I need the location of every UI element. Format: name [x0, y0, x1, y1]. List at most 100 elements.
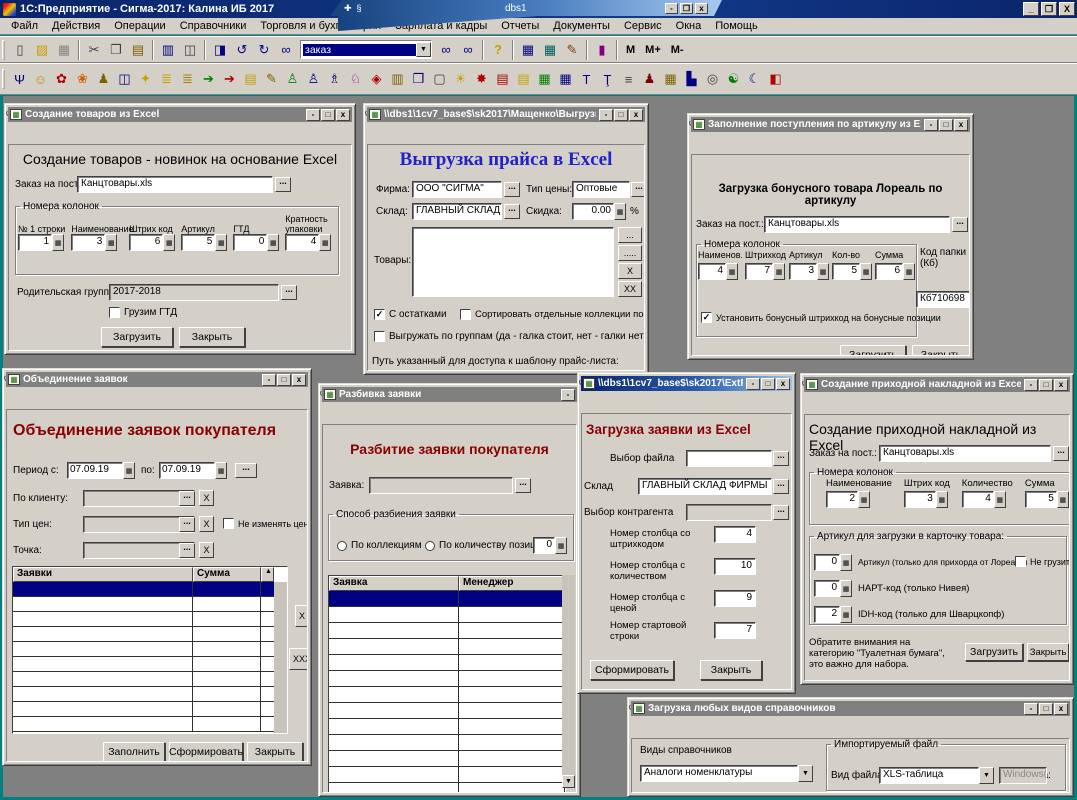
w5-request-input[interactable] [369, 477, 513, 494]
column-value-input[interactable]: 3 [789, 263, 817, 280]
toolbar-grip[interactable] [2, 69, 5, 89]
w4-titlebar[interactable]: ▦ Объединение заявок - □ x [6, 372, 308, 387]
checkbox-icon[interactable]: ✓ [374, 309, 385, 320]
w7-art1-input[interactable]: 0 [814, 554, 840, 571]
checkbox-icon[interactable] [374, 331, 385, 342]
table-row[interactable] [329, 591, 565, 607]
tool-icon[interactable]: ☺ [30, 68, 51, 90]
w2-warehouse-input[interactable]: ГЛАВНЫЙ СКЛАД ФИРМ [412, 203, 502, 220]
w2-price-type-input[interactable]: Оптовые [572, 181, 630, 198]
w8-kinds-select[interactable]: Аналоги номенклатуры [640, 765, 798, 782]
w3-titlebar[interactable]: ▦ Заполнение поступления по артикулу из … [691, 117, 970, 132]
chevron-down-icon[interactable]: ▼ [798, 765, 813, 782]
menu-item[interactable]: Окна [669, 19, 709, 33]
tool-icon[interactable]: ❀ [72, 68, 93, 90]
table-row[interactable] [13, 582, 287, 597]
tool-icon[interactable]: ≡ [618, 68, 639, 90]
w5-radio-positions[interactable]: По количеству позиций [425, 540, 547, 551]
w4-point-clear-button[interactable]: X [199, 542, 214, 558]
w1-titlebar[interactable]: ▦ Создание товаров из Excel - □ x [8, 107, 352, 122]
column-value-input[interactable]: 6 [129, 234, 163, 251]
calculator-icon[interactable]: ▦ [517, 39, 539, 61]
minimize-button[interactable]: _ [1023, 2, 1039, 16]
table-row[interactable] [329, 767, 565, 783]
table-row[interactable] [13, 687, 287, 702]
dbs1-minimize-button[interactable]: - [665, 3, 678, 14]
menu-item[interactable]: Помощь [708, 19, 765, 33]
paste-icon[interactable]: ▤ [127, 39, 149, 61]
table-row[interactable] [329, 719, 565, 735]
w4-table-scrollbar[interactable] [274, 582, 287, 733]
table-row[interactable] [329, 655, 565, 671]
scroll-down-icon[interactable]: ▼ [562, 775, 575, 788]
tool-icon[interactable]: ◫ [114, 68, 135, 90]
table-row[interactable] [13, 657, 287, 672]
w6-warehouse-input[interactable]: ГЛАВНЫЙ СКЛАД ФИРМЫ Новосиби [638, 478, 772, 495]
tool-icon[interactable]: ✸ [471, 68, 492, 90]
tool-icon[interactable]: ▦ [534, 68, 555, 90]
table-row[interactable] [329, 783, 565, 793]
w3-folder-input[interactable]: Кб710698 [916, 291, 970, 308]
goods-list-button[interactable]: ..... [618, 245, 642, 261]
restore-button[interactable]: ❐ [1041, 2, 1057, 16]
tool-icon[interactable]: Ψ [9, 68, 30, 90]
w2-titlebar[interactable]: ▦ \\dbs1\1cv7_base$\sk2017\Мащенко\Выгру… [367, 107, 645, 122]
w1-order-input[interactable]: Канцтовары.xls [77, 176, 273, 193]
w2-close-button[interactable]: x [629, 109, 643, 121]
w3-close-button[interactable]: x [954, 119, 968, 131]
w4-minimize-button[interactable]: - [262, 374, 276, 386]
print-preview-icon[interactable]: ◫ [179, 39, 201, 61]
spinner-icon[interactable]: ▦ [1057, 491, 1069, 508]
menu-item[interactable]: Действия [45, 19, 107, 33]
spinner-icon[interactable]: ▦ [840, 606, 852, 623]
table-row[interactable] [329, 751, 565, 767]
spinner-icon[interactable]: ▦ [840, 554, 852, 571]
column-value-input[interactable]: 5 [1025, 491, 1057, 508]
w6-warehouse-browse-button[interactable]: ... [773, 479, 789, 494]
tool-icon[interactable]: ♙ [282, 68, 303, 90]
find-icon[interactable]: ∞ [275, 39, 297, 61]
spinner-icon[interactable]: ▦ [858, 491, 870, 508]
memory-add-button[interactable]: М+ [640, 42, 666, 58]
w7-close-form-button[interactable]: Закрыть [1027, 643, 1069, 661]
table-row[interactable] [13, 642, 287, 657]
tool-icon[interactable]: T [576, 68, 597, 90]
tool-icon[interactable]: ❒ [408, 68, 429, 90]
w2-sort-checkbox[interactable]: Сортировать отдельные коллекции по катег… [460, 309, 645, 320]
open-folder-icon[interactable]: ▨ [31, 39, 53, 61]
table-row[interactable] [329, 671, 565, 687]
calendar-icon[interactable]: ▦ [215, 462, 227, 479]
column-value-input[interactable]: 5 [181, 234, 215, 251]
menu-item[interactable]: Документы [546, 19, 617, 33]
menu-item[interactable]: Отчеты [494, 19, 546, 33]
w4-price-browse-button[interactable]: ... [179, 517, 195, 532]
w8-minimize-button[interactable]: - [1024, 703, 1038, 715]
goods-list-button[interactable]: XX [618, 281, 642, 297]
designer-icon[interactable]: ✎ [561, 39, 583, 61]
w4-price-clear-button[interactable]: X [199, 516, 214, 532]
table-row[interactable] [13, 597, 287, 612]
tool-icon[interactable]: ♟ [639, 68, 660, 90]
table-row[interactable] [13, 627, 287, 642]
spinner-icon[interactable]: ▦ [936, 491, 948, 508]
w8-maximize-button[interactable]: □ [1039, 703, 1053, 715]
w4-xxx-button[interactable]: XXX [289, 648, 308, 670]
w6-contractor-input[interactable] [686, 504, 772, 521]
table-row[interactable] [329, 607, 565, 623]
menu-item[interactable]: Сервис [617, 19, 669, 33]
spinner-icon[interactable]: ▦ [267, 234, 279, 251]
w1-close-form-button[interactable]: Закрыть [179, 327, 245, 347]
spinner-icon[interactable]: ▦ [840, 580, 852, 597]
chevron-down-icon[interactable]: ▼ [979, 767, 994, 784]
w4-client-clear-button[interactable]: X [199, 490, 214, 506]
w6-titlebar[interactable]: ▦ \\dbs1\1cv7_base$\sk2017\ExtForms\За..… [581, 376, 792, 391]
w7-titlebar[interactable]: ▦ Создание приходной накладной из Excel … [804, 377, 1070, 392]
w3-maximize-button[interactable]: □ [939, 119, 953, 131]
spinner-icon[interactable]: ▦ [773, 263, 785, 280]
w4-period-to-input[interactable]: 07.09.19 [159, 462, 215, 479]
w4-period-from-input[interactable]: 07.09.19 [67, 462, 123, 479]
table-row[interactable] [329, 639, 565, 655]
w4-keep-prices-checkbox[interactable]: Не изменять цены [223, 518, 308, 529]
dbs1-titlebar[interactable]: ✚ § dbs1 - ❐ x [330, 0, 722, 16]
find-next-icon[interactable]: ∞ [435, 39, 457, 61]
